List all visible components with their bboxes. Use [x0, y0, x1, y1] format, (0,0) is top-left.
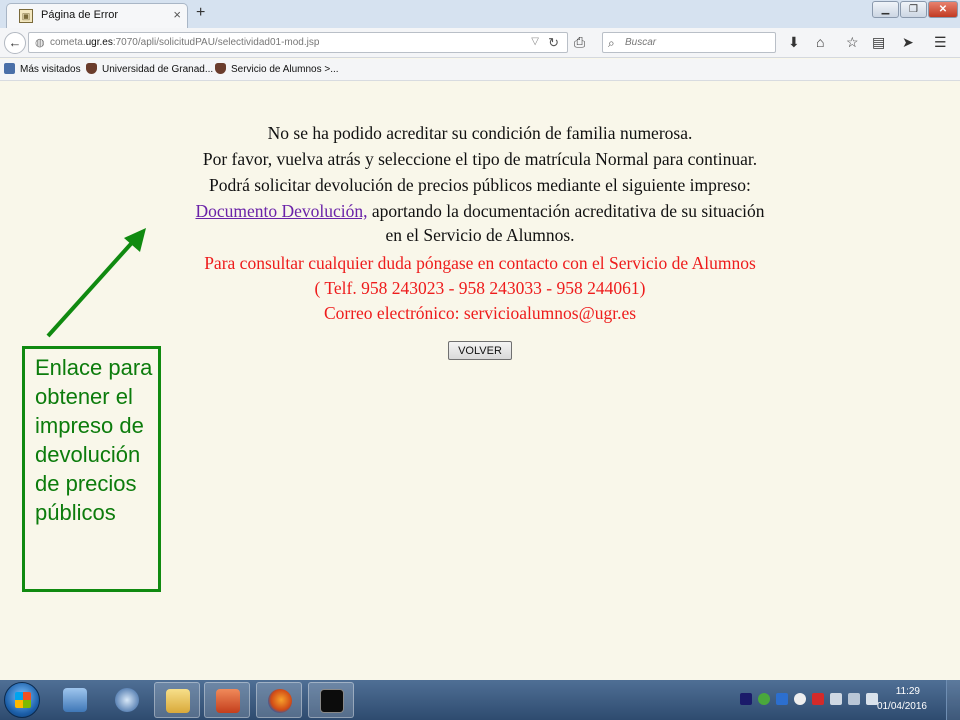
menu-icon[interactable]: ☰ [934, 34, 947, 51]
close-window-button[interactable]: ✕ [928, 1, 958, 18]
window-controls: ▁ ❐ ✕ [872, 1, 958, 18]
start-button[interactable] [4, 682, 40, 718]
computer-icon [63, 688, 87, 712]
taskbar-app-thunderbird[interactable] [104, 682, 150, 718]
taskbar-app-firefox[interactable] [256, 682, 302, 718]
annotation-arrow [46, 228, 146, 338]
tab-active[interactable]: ▣ Página de Error × [6, 3, 188, 29]
globe-icon: ◍ [35, 37, 45, 49]
taskbar-app-desktop[interactable] [52, 682, 98, 718]
bookmarks-toolbar: Más visitados Universidad de Granad... S… [0, 59, 960, 81]
show-desktop-button[interactable] [946, 680, 960, 720]
page-favicon-icon: ▣ [19, 9, 33, 23]
command-prompt-icon [320, 689, 344, 713]
browser-titlebar: ▣ Página de Error × + ▁ ❐ ✕ [0, 0, 960, 29]
tab-title: Página de Error [41, 9, 119, 21]
reading-list-icon[interactable]: ▤ [872, 34, 885, 51]
tray-x-icon[interactable] [812, 693, 824, 705]
search-bar[interactable]: ⌕ Buscar [602, 32, 776, 53]
bookmark-universidad[interactable]: Universidad de Granad... [86, 63, 213, 75]
windows-taskbar: 11:29 01/04/2016 [0, 680, 960, 720]
taskbar-app-powerpoint[interactable] [204, 682, 250, 718]
bookmark-servicio-alumnos[interactable]: Servicio de Alumnos >... [215, 63, 339, 75]
taskbar-app-console[interactable] [308, 682, 354, 718]
search-placeholder: Buscar [625, 37, 657, 48]
minimize-button[interactable]: ▁ [872, 1, 899, 18]
thunderbird-icon [115, 688, 139, 712]
bookmarks-folder-icon [4, 63, 15, 74]
new-tab-button[interactable]: + [196, 4, 205, 22]
tray-shield-icon[interactable] [776, 693, 788, 705]
bookmark-most-visited[interactable]: Más visitados [4, 63, 81, 75]
send-icon[interactable]: ➤ [902, 34, 914, 51]
tray-flag-icon[interactable] [848, 693, 860, 705]
reload-icon[interactable]: ↻ [548, 35, 559, 51]
back-button[interactable]: ← [4, 32, 26, 54]
firefox-icon [268, 689, 292, 713]
tray-panda-icon[interactable] [794, 693, 806, 705]
folder-icon [166, 689, 190, 713]
error-message-line4: Documento Devolución, aportando la docum… [195, 201, 765, 221]
tray-network-icon[interactable] [758, 693, 770, 705]
tray-v-icon[interactable] [740, 693, 752, 705]
dropdown-arrow-icon[interactable]: ▽ [531, 36, 539, 47]
home-icon[interactable]: ⌂ [816, 34, 824, 50]
error-message-line1: No se ha podido acreditar su condición d… [267, 123, 693, 143]
url-text: cometa.ugr.es:7070/apli/solicitudPAU/sel… [50, 37, 320, 48]
download-icon[interactable]: ⬇ [788, 34, 800, 51]
clock-time[interactable]: 11:29 [896, 686, 920, 697]
annotation-callout: Enlace para obtener el impreso de devolu… [22, 346, 161, 592]
maximize-button[interactable]: ❐ [900, 1, 927, 18]
windows-logo-icon [15, 692, 31, 708]
tray-device-icon[interactable] [830, 693, 842, 705]
powerpoint-icon [216, 689, 240, 713]
documento-devolucion-link[interactable]: Documento Devolución, [195, 201, 367, 221]
system-tray: 11:29 01/04/2016 [730, 680, 960, 720]
clock-date[interactable]: 01/04/2016 [877, 701, 927, 712]
search-icon: ⌕ [608, 36, 615, 50]
address-bar[interactable]: ◍ cometa.ugr.es:7070/apli/solicitudPAU/s… [28, 32, 568, 53]
error-message-line2: Por favor, vuelva atrás y seleccione el … [202, 149, 758, 169]
bookmark-star-icon[interactable]: ☆ [846, 34, 859, 51]
error-message-line3: Podrá solicitar devolución de precios pú… [209, 175, 751, 195]
university-shield-icon [215, 63, 226, 74]
navigation-toolbar: ← ◍ cometa.ugr.es:7070/apli/solicitudPAU… [0, 28, 960, 58]
taskbar-app-explorer[interactable] [154, 682, 200, 718]
print-icon[interactable]: ⎙ [574, 34, 585, 51]
volver-button[interactable]: VOLVER [448, 341, 512, 360]
tab-close-icon[interactable]: × [173, 7, 181, 22]
page-content: No se ha podido acreditar su condición d… [0, 82, 960, 680]
university-shield-icon [86, 63, 97, 74]
